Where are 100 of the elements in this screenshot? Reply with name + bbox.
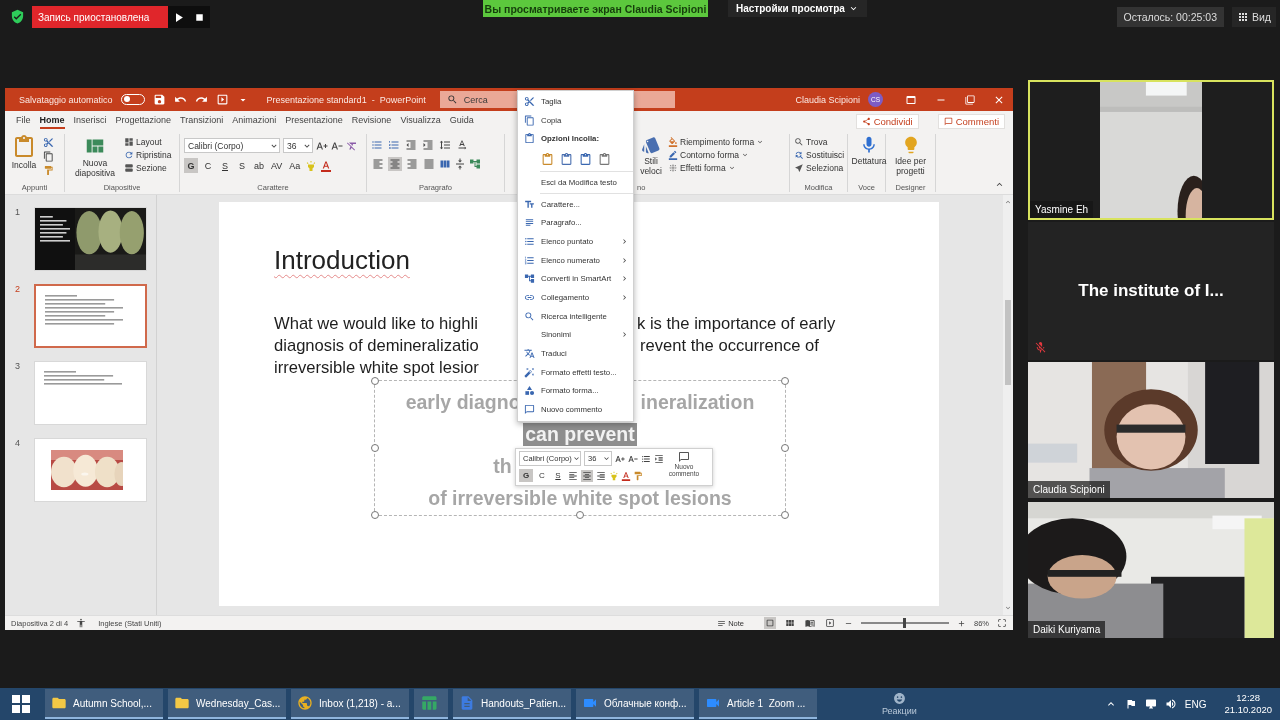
paragraph-icon[interactable] xyxy=(524,217,535,229)
format-button[interactable]: C xyxy=(201,158,215,173)
search-icon[interactable] xyxy=(446,94,458,105)
recording-status-button[interactable]: Запись приостановлена xyxy=(32,6,168,28)
zoom-slider-thumb[interactable] xyxy=(903,618,907,628)
taskbar-button[interactable]: Inbox (1,218) - a... xyxy=(291,689,409,719)
align-left-icon[interactable] xyxy=(568,470,578,481)
copy-icon[interactable] xyxy=(43,151,54,162)
quick-styles-button[interactable]: Stili veloci xyxy=(638,135,664,177)
search-icon[interactable] xyxy=(524,310,535,322)
shape-effects-button[interactable]: Effetti forma xyxy=(668,163,765,173)
replace-button[interactable]: Sostituisci xyxy=(794,150,845,160)
numbered-list-icon[interactable] xyxy=(388,139,400,151)
folder-icon[interactable] xyxy=(51,695,67,711)
align-center-icon[interactable] xyxy=(582,470,592,481)
format-button[interactable]: C xyxy=(535,469,549,482)
dictate-button[interactable]: Dettatura xyxy=(852,135,886,167)
comment-icon[interactable] xyxy=(943,116,953,126)
paste-option-icon[interactable] xyxy=(579,152,592,166)
resize-handle[interactable] xyxy=(371,444,379,452)
clipboard-icon[interactable] xyxy=(12,135,36,159)
input-language[interactable]: ENG xyxy=(1184,698,1207,710)
ribbon-tab[interactable]: Revisione xyxy=(351,113,392,129)
taskbar-button[interactable]: Autumn School,... xyxy=(45,689,163,719)
paste-option-icon[interactable] xyxy=(560,152,573,166)
new-slide-button[interactable]: Nuova diapositiva xyxy=(69,135,121,179)
font-size-field[interactable]: 36 xyxy=(283,138,313,153)
resize-handle[interactable] xyxy=(781,444,789,452)
align-right-icon[interactable] xyxy=(596,470,606,481)
reactions-label[interactable]: Реакции xyxy=(882,706,917,716)
align-left-icon[interactable] xyxy=(372,158,384,170)
scroll-up-icon[interactable] xyxy=(1004,198,1012,206)
resize-handle[interactable] xyxy=(371,377,379,385)
increase-indent-icon[interactable] xyxy=(422,139,434,151)
save-icon[interactable] xyxy=(152,93,166,106)
chevron-down-icon[interactable] xyxy=(571,454,581,463)
smartart-icon[interactable] xyxy=(524,273,535,285)
ribbon-tab[interactable]: Progettazione xyxy=(115,113,172,129)
comment-icon[interactable] xyxy=(524,404,535,416)
ribbon-tab[interactable]: Transizioni xyxy=(180,113,224,129)
scissors-icon[interactable] xyxy=(43,137,54,148)
justify-icon[interactable] xyxy=(423,158,435,170)
ribbon-tab[interactable]: Animazioni xyxy=(232,113,277,129)
browser-icon[interactable] xyxy=(297,695,313,711)
paste-button[interactable]: Incolla xyxy=(9,135,39,171)
section-button[interactable]: Sezione xyxy=(124,163,172,173)
scroll-down-icon[interactable] xyxy=(1004,604,1012,612)
clock-date[interactable]: 21.10.2020 xyxy=(1224,704,1272,717)
decrease-indent-icon[interactable] xyxy=(405,139,417,151)
resize-handle[interactable] xyxy=(371,511,379,519)
normal-view-icon[interactable] xyxy=(765,618,775,628)
zoom-in-icon[interactable] xyxy=(957,618,966,628)
security-shield-icon[interactable] xyxy=(10,9,25,24)
layout-icon[interactable] xyxy=(124,137,134,147)
font-color-icon[interactable] xyxy=(621,470,631,481)
shape-format-icon[interactable] xyxy=(524,385,535,397)
increase-indent-icon[interactable] xyxy=(654,453,664,464)
paste-option-icon[interactable] xyxy=(598,152,611,166)
pen-icon[interactable] xyxy=(668,150,678,160)
format-button[interactable]: ab xyxy=(252,158,266,173)
format-button[interactable]: S xyxy=(551,469,565,482)
font-name-field[interactable]: Calibri (Corpo) xyxy=(184,138,280,153)
body-text[interactable]: diagnosis of demineralizatio xyxy=(274,336,516,356)
format-button[interactable]: G xyxy=(184,158,198,173)
shape-fill-button[interactable]: Riempimento forma xyxy=(668,137,765,147)
view-options-button[interactable]: Настройки просмотра xyxy=(728,0,867,17)
resize-handle[interactable] xyxy=(781,377,789,385)
shape-outline-button[interactable]: Contorno forma xyxy=(668,150,765,160)
taskbar-button[interactable]: Wednesday_Cas... xyxy=(168,689,286,719)
restore-icon[interactable] xyxy=(965,94,975,105)
body-text[interactable]: What we would like to highli xyxy=(274,314,516,334)
submenu-arrow-icon[interactable] xyxy=(620,255,629,265)
ribbon-tab[interactable]: File xyxy=(16,113,31,129)
volume-icon[interactable] xyxy=(1164,698,1177,710)
view-button[interactable]: Вид xyxy=(1232,7,1276,27)
effects-icon[interactable] xyxy=(668,163,678,173)
taskbar-button[interactable]: Облачные конф... xyxy=(576,689,694,719)
folder-icon[interactable] xyxy=(174,695,190,711)
format-button[interactable]: S xyxy=(218,158,232,173)
align-right-icon[interactable] xyxy=(406,158,418,170)
replace-icon[interactable] xyxy=(794,150,804,160)
body-text[interactable]: k is the importance of early xyxy=(637,314,836,334)
pointer-icon[interactable] xyxy=(794,163,804,173)
resize-handle[interactable] xyxy=(781,511,789,519)
body-text[interactable]: revent the occurrence of xyxy=(640,336,819,356)
search-icon[interactable] xyxy=(794,137,804,147)
share-button[interactable]: Condividi xyxy=(855,113,919,129)
slide-title[interactable]: Introduction xyxy=(274,245,410,276)
text-direction-icon[interactable] xyxy=(456,139,468,151)
line-spacing-icon[interactable] xyxy=(439,139,451,151)
layout-button[interactable]: Layout xyxy=(124,137,172,147)
fit-to-window-icon[interactable] xyxy=(997,618,1007,628)
find-button[interactable]: Trova xyxy=(794,137,845,147)
body-text[interactable]: irreversible white spot lesior xyxy=(274,358,516,378)
reset-icon[interactable] xyxy=(124,150,134,160)
clipboard-icon[interactable] xyxy=(524,133,535,145)
paste-option-icon[interactable] xyxy=(541,152,554,166)
network-icon[interactable] xyxy=(1144,698,1157,710)
font-icon[interactable] xyxy=(524,198,535,210)
taskbar-button[interactable] xyxy=(414,689,448,719)
